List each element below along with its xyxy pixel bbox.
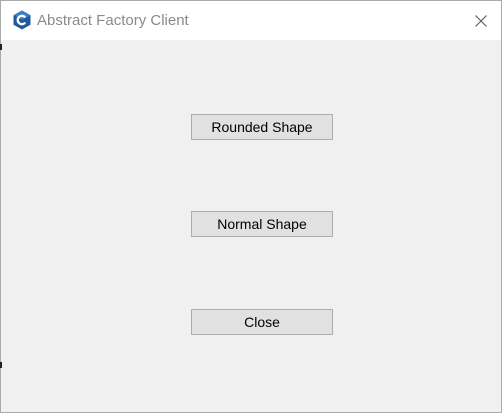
window-title: Abstract Factory Client: [37, 12, 189, 29]
rounded-shape-button[interactable]: Rounded Shape: [191, 114, 333, 140]
edge-mark-top: [0, 44, 2, 50]
close-icon[interactable]: [469, 9, 493, 33]
title-bar[interactable]: Abstract Factory Client: [1, 1, 501, 40]
edge-mark-bottom: [0, 362, 2, 368]
app-window: Abstract Factory Client Rounded Shape No…: [0, 0, 502, 413]
close-button[interactable]: Close: [191, 309, 333, 335]
client-area: Rounded Shape Normal Shape Close: [1, 40, 501, 412]
csharp-app-icon: [13, 10, 31, 30]
normal-shape-button[interactable]: Normal Shape: [191, 211, 333, 237]
